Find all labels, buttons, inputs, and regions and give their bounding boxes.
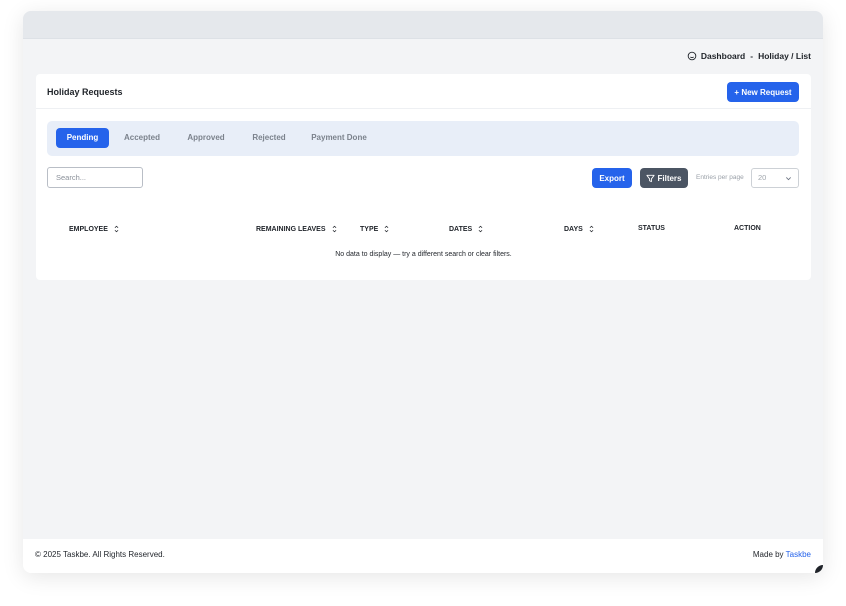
made-by-text: Made by Taskbe (753, 550, 811, 559)
table-header: EMPLOYEE REMAINING LEAVES TYPE DATES DAY… (36, 225, 811, 235)
home-icon[interactable] (687, 51, 697, 61)
search-input[interactable] (47, 167, 143, 188)
made-by-link[interactable]: Taskbe (786, 550, 811, 559)
export-button[interactable]: Export (592, 168, 632, 188)
sort-icon (332, 225, 336, 233)
sort-icon (478, 225, 483, 233)
app-window: Dashboard - Holiday / List Holiday Reque… (23, 11, 823, 573)
column-remaining-leaves[interactable]: REMAINING LEAVES (256, 225, 337, 233)
filters-button[interactable]: Filters (640, 168, 688, 188)
column-dates[interactable]: DATES (449, 225, 483, 233)
column-label: DATES (449, 225, 473, 233)
column-employee[interactable]: EMPLOYEE (69, 225, 119, 233)
breadcrumb-separator: - (750, 51, 754, 61)
column-action: ACTION (734, 225, 761, 232)
column-label: TYPE (360, 225, 379, 233)
column-label: REMAINING LEAVES (256, 225, 326, 233)
sort-icon (589, 225, 594, 233)
footer: © 2025 Taskbe. All Rights Reserved. Made… (23, 539, 823, 573)
column-label: DAYS (564, 225, 583, 233)
filters-label: Filters (657, 173, 682, 183)
card-header: Holiday Requests + New Request (36, 74, 811, 109)
column-label: ACTION (734, 225, 761, 232)
tab-rejected[interactable]: Rejected (242, 128, 296, 148)
column-type[interactable]: TYPE (360, 225, 389, 233)
tab-payment-done[interactable]: Payment Done (305, 128, 373, 148)
sort-icon (114, 225, 119, 233)
entries-per-page-select[interactable]: 20 (751, 168, 799, 188)
column-label: EMPLOYEE (69, 225, 108, 233)
filter-icon (646, 174, 656, 182)
status-tabs: Pending Accepted Approved Rejected Payme… (47, 121, 799, 156)
tab-accepted[interactable]: Accepted (115, 128, 169, 148)
made-by-prefix: Made by (752, 550, 786, 559)
entries-per-page-value: 20 (758, 173, 767, 182)
column-days[interactable]: DAYS (564, 225, 594, 233)
breadcrumb-current: Holiday / List (758, 51, 811, 61)
column-status: STATUS (638, 225, 665, 232)
entries-per-page-label: Entries per page (696, 174, 744, 181)
sort-icon (384, 225, 389, 233)
holiday-requests-card: Holiday Requests + New Request Pending A… (36, 74, 811, 280)
breadcrumb-root[interactable]: Dashboard (701, 51, 745, 61)
breadcrumb: Dashboard - Holiday / List (687, 51, 811, 61)
copyright-text: © 2025 Taskbe. All Rights Reserved. (35, 550, 165, 559)
tab-pending[interactable]: Pending (56, 128, 109, 148)
page-title: Holiday Requests (47, 87, 123, 97)
window-titlebar (23, 11, 823, 39)
column-label: STATUS (638, 225, 665, 232)
empty-state-message: No data to display — try a different sea… (335, 251, 512, 258)
tab-approved[interactable]: Approved (179, 128, 233, 148)
new-request-button[interactable]: + New Request (727, 82, 799, 102)
chevron-down-icon (786, 177, 791, 181)
